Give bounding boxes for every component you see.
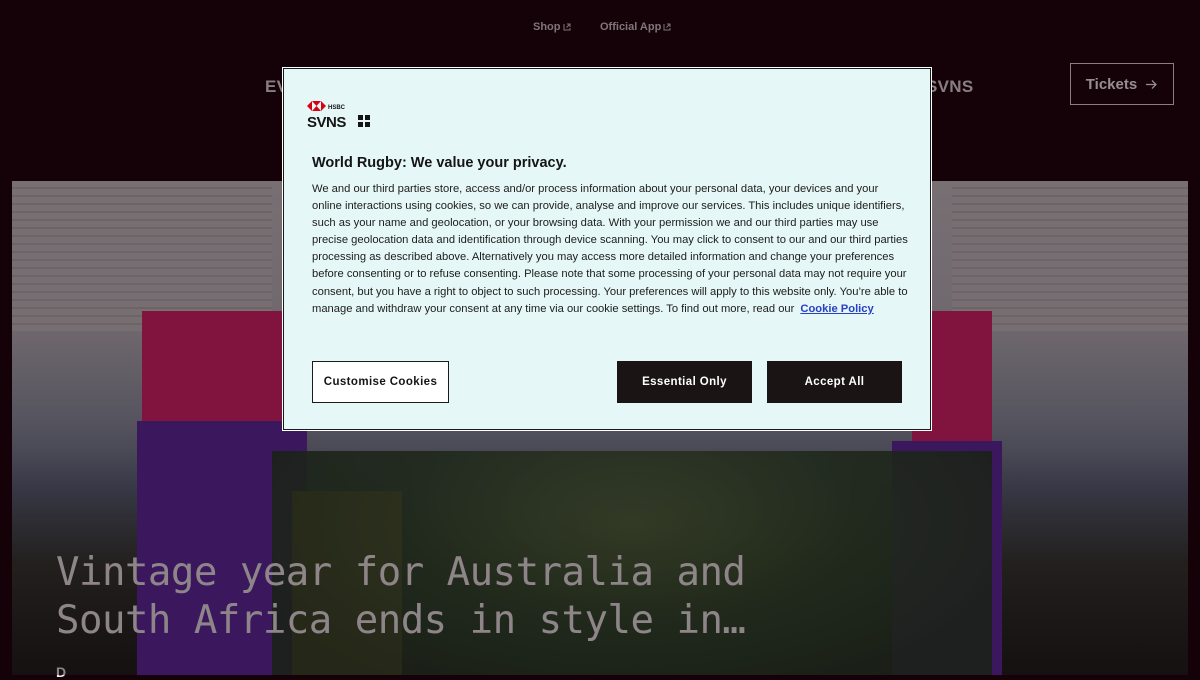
cookie-dialog-title: World Rugby: We value your privacy. [312,155,567,171]
essential-only-button[interactable]: Essential Only [617,361,752,403]
accept-all-button[interactable]: Accept All [767,361,902,403]
svg-text:HSBC: HSBC [328,105,346,111]
svns-logo: HSBC SVNS [307,101,370,130]
hsbc-hexagon-icon [307,101,326,111]
cookie-dialog-text: We and our third parties store, access a… [312,183,908,315]
cookie-policy-link[interactable]: Cookie Policy [800,303,873,315]
customise-cookies-button[interactable]: Customise Cookies [312,361,449,403]
cookie-consent-dialog: HSBC SVNS World Rugby: We value your pri… [283,68,931,430]
cookie-dialog-body: We and our third parties store, access a… [312,181,908,318]
svg-text:SVNS: SVNS [307,114,346,130]
